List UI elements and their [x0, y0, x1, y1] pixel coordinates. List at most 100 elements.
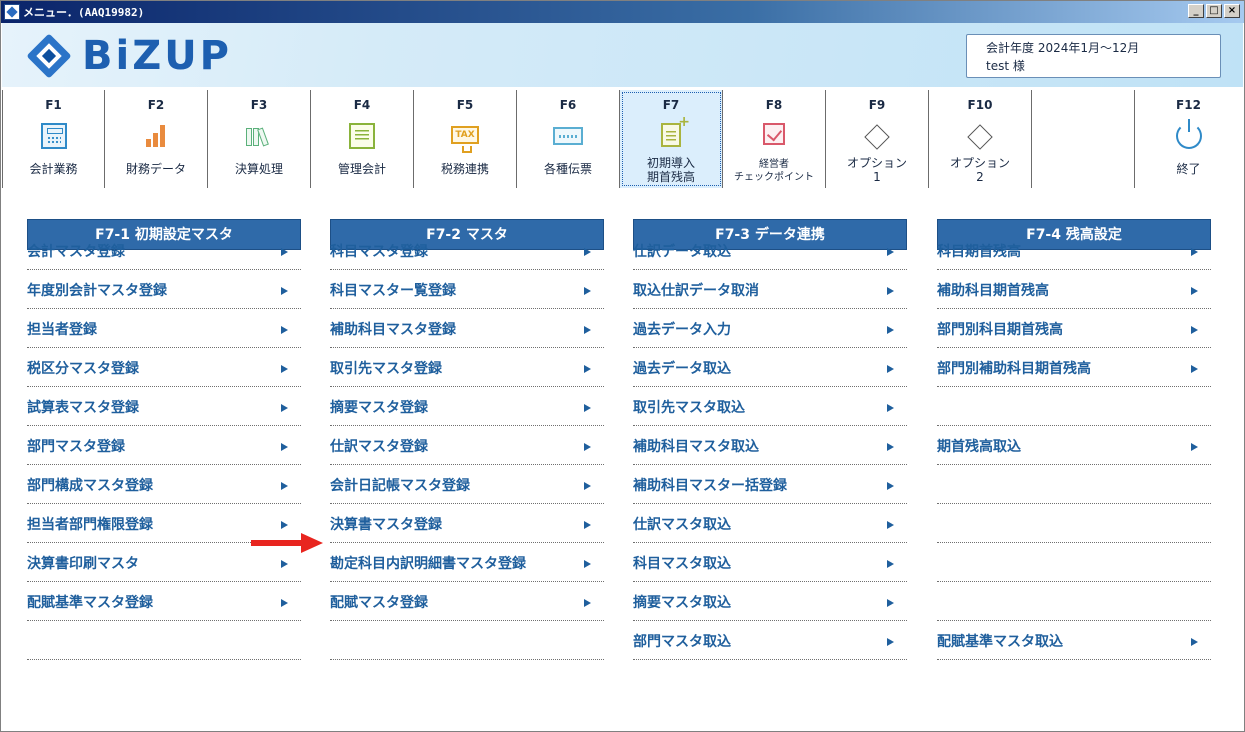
- menu-item[interactable]: 配賦マスタ登録: [330, 582, 604, 621]
- fkey-label: F3: [250, 98, 268, 112]
- triangle-right-icon: [281, 482, 288, 490]
- menu-item[interactable]: 取込仕訳データ取消: [633, 270, 907, 309]
- fkey-caption: 各種伝票: [543, 162, 592, 176]
- menu-item[interactable]: 勘定科目内訳明細書マスタ登録: [330, 543, 604, 582]
- triangle-right-icon: [887, 248, 894, 256]
- menu-item[interactable]: 仕訳マスタ取込: [633, 504, 907, 543]
- fkey-caption: 管理会計: [337, 162, 386, 176]
- triangle-right-icon: [887, 404, 894, 412]
- menu-item[interactable]: 年度別会計マスタ登録: [27, 270, 301, 309]
- fkey-label: F12: [1176, 98, 1201, 112]
- menu-item[interactable]: 科目マスタ登録: [330, 231, 604, 270]
- menu-item[interactable]: 補助科目マスタ取込: [633, 426, 907, 465]
- triangle-right-icon: [281, 365, 288, 373]
- menu-item[interactable]: 会計マスタ登録: [27, 231, 301, 270]
- diamond-icon: [967, 124, 993, 150]
- menu-item-label: 担当者部門権限登録: [27, 517, 153, 533]
- menu-item[interactable]: 会計日記帳マスタ登録: [330, 465, 604, 504]
- menu-item-label: 部門構成マスタ登録: [27, 478, 153, 494]
- menu-window: メニュー．(AAQ19982) _ □ × BiZUP 会計年度 2024年1月…: [0, 0, 1245, 732]
- tax-monitor-icon: TAX: [451, 126, 479, 153]
- menu-item-label: 仕訳データ取込: [633, 244, 731, 260]
- fkey-f6-slips[interactable]: F6 各種伝票: [517, 90, 620, 188]
- menu-item[interactable]: 部門別補助科目期首残高: [937, 348, 1211, 387]
- fkey-label: F1: [45, 98, 62, 112]
- minimize-button[interactable]: _: [1188, 4, 1204, 18]
- menu-item-label: 配賦基準マスタ取込: [937, 634, 1063, 650]
- menu-item-label: 決算書マスタ登録: [330, 517, 442, 533]
- fkey-caption-line2: 2: [976, 170, 984, 184]
- fkey-label: F8: [765, 98, 783, 112]
- menu-item[interactable]: 部門構成マスタ登録: [27, 465, 301, 504]
- app-icon[interactable]: [4, 4, 20, 20]
- triangle-right-icon: [584, 521, 591, 529]
- fkey-f11-empty: [1032, 90, 1135, 188]
- maximize-button[interactable]: □: [1206, 4, 1222, 18]
- menu-item[interactable]: 摘要マスタ登録: [330, 387, 604, 426]
- fkey-f5-tax[interactable]: F5 TAX 税務連携: [414, 90, 517, 188]
- logo-mark-icon: [26, 33, 72, 79]
- title-bar[interactable]: メニュー．(AAQ19982) _ □ ×: [1, 1, 1244, 23]
- menu-item[interactable]: 科目マスタ取込: [633, 543, 907, 582]
- menu-item[interactable]: 取引先マスタ取込: [633, 387, 907, 426]
- fkey-label: F10: [967, 98, 993, 112]
- fkey-f12-exit[interactable]: F12 終了: [1135, 90, 1242, 188]
- power-icon: [1175, 119, 1202, 149]
- fkey-f8-checkpoint[interactable]: F8 経営者 チェックポイント: [723, 90, 826, 188]
- close-button[interactable]: ×: [1224, 4, 1240, 18]
- menu-item-label: 補助科目マスター括登録: [633, 478, 787, 494]
- menu-item-label: 取引先マスタ登録: [330, 361, 442, 377]
- menu-item[interactable]: 摘要マスタ取込: [633, 582, 907, 621]
- fkey-label: F6: [559, 98, 577, 112]
- menu-item[interactable]: 仕訳データ取込: [633, 231, 907, 270]
- menu-item[interactable]: 配賦基準マスタ取込: [937, 621, 1211, 660]
- menu-item-label: 部門別補助科目期首残高: [937, 361, 1091, 377]
- fkey-f9-option1[interactable]: F9 オプション 1: [826, 90, 929, 188]
- menu-item[interactable]: 過去データ入力: [633, 309, 907, 348]
- menu-item[interactable]: 部門マスタ取込: [633, 621, 907, 660]
- triangle-right-icon: [887, 599, 894, 607]
- menu-item[interactable]: 部門別科目期首残高: [937, 309, 1211, 348]
- menu-item[interactable]: 決算書マスタ登録: [330, 504, 604, 543]
- menu-item[interactable]: 担当者登録: [27, 309, 301, 348]
- menu-item[interactable]: 補助科目マスタ登録: [330, 309, 604, 348]
- menu-item[interactable]: 試算表マスタ登録: [27, 387, 301, 426]
- fkey-f1-accounting[interactable]: F1 会計業務: [2, 90, 105, 188]
- fkey-caption: 財務データ: [125, 162, 186, 176]
- user-name: test 様: [986, 59, 1025, 73]
- menu-item-empty: [27, 621, 301, 660]
- menu-item[interactable]: 税区分マスタ登録: [27, 348, 301, 387]
- fkey-f2-financial-data[interactable]: F2 財務データ: [105, 90, 208, 188]
- menu-item-empty: [330, 621, 604, 660]
- menu-item[interactable]: 期首残高取込: [937, 426, 1211, 465]
- fkey-caption-line2: チェックポイント: [734, 172, 814, 183]
- menu-item[interactable]: 科目マスター覧登録: [330, 270, 604, 309]
- triangle-right-icon: [584, 326, 591, 334]
- fkey-label: F2: [147, 98, 165, 112]
- triangle-right-icon: [887, 638, 894, 646]
- menu-item-label: 部門マスタ取込: [633, 634, 731, 650]
- menu-item[interactable]: 補助科目期首残高: [937, 270, 1211, 309]
- window-controls: _ □ ×: [1188, 4, 1240, 18]
- fkey-f10-option2[interactable]: F10 オプション 2: [929, 90, 1032, 188]
- menu-item[interactable]: 配賦基準マスタ登録: [27, 582, 301, 621]
- menu-item[interactable]: 科目期首残高: [937, 231, 1211, 270]
- menu-item[interactable]: 部門マスタ登録: [27, 426, 301, 465]
- fkey-caption: 会計業務: [29, 162, 78, 176]
- fkey-f7-initial-setup[interactable]: F7 初期導入 期首残高: [620, 90, 723, 188]
- menu-item[interactable]: 仕訳マスタ登録: [330, 426, 604, 465]
- menu-item-label: 科目期首残高: [937, 244, 1021, 260]
- fkey-f3-closing[interactable]: F3 決算処理: [208, 90, 311, 188]
- menu-column-1: F7-1 初期設定マスタ 会計マスタ登録 年度別会計マスタ登録 担当者登録 税区分マスタ…: [27, 219, 301, 660]
- menu-item-label: 会計日記帳マスタ登録: [330, 478, 470, 494]
- fkey-caption: 終了: [1176, 162, 1201, 176]
- triangle-right-icon: [1191, 326, 1198, 334]
- menu-item[interactable]: 取引先マスタ登録: [330, 348, 604, 387]
- menu-column-2: F7-2 マスタ 科目マスタ登録 科目マスター覧登録 補助科目マスタ登録 取引先マスタ登…: [330, 219, 604, 660]
- menu-item[interactable]: 過去データ取込: [633, 348, 907, 387]
- menu-item[interactable]: 補助科目マスター括登録: [633, 465, 907, 504]
- fkey-f4-management[interactable]: F4 管理会計: [311, 90, 414, 188]
- checkmark-icon: [763, 123, 785, 145]
- triangle-right-icon: [887, 482, 894, 490]
- slip-icon: [553, 127, 583, 145]
